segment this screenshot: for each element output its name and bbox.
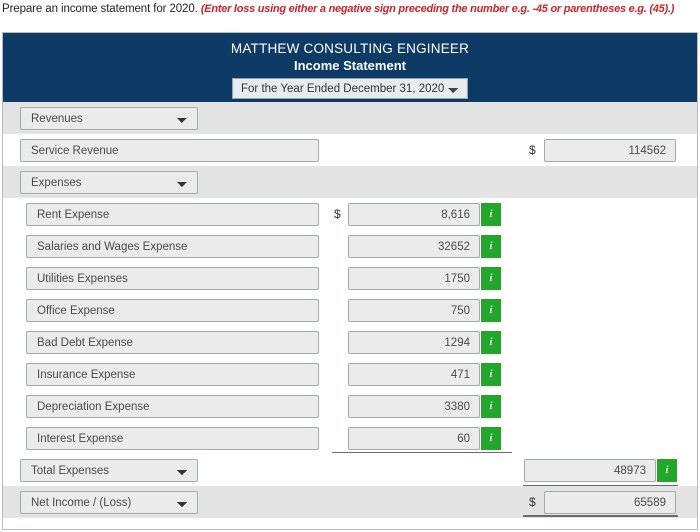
row-expense-item: i (3, 294, 697, 326)
service-revenue-value-input[interactable] (544, 139, 676, 162)
expense-rows-container: $iiiiiiii (3, 198, 697, 454)
income-statement-form: MATTHEW CONSULTING ENGINEER Income State… (2, 32, 698, 530)
expense-subtotal-rule (332, 452, 512, 453)
dollar-sign: $ (529, 143, 536, 157)
expense-value-input[interactable] (348, 299, 480, 322)
dollar-sign: $ (529, 495, 536, 509)
row-expenses-category: Expenses (3, 166, 697, 198)
row-expense-item: i (3, 230, 697, 262)
statement-title: Income Statement (294, 58, 406, 73)
statement-header: MATTHEW CONSULTING ENGINEER Income State… (3, 33, 697, 102)
expenses-category-select[interactable]: Expenses (20, 171, 198, 194)
info-icon[interactable]: i (481, 203, 501, 226)
expense-value-input[interactable] (348, 395, 480, 418)
instruction-hint: (Enter loss using either a negative sign… (200, 3, 675, 15)
expense-label-input[interactable] (26, 267, 319, 290)
info-icon[interactable]: i (481, 395, 501, 418)
info-icon[interactable]: i (481, 299, 501, 322)
total-expenses-value-input[interactable] (524, 459, 656, 482)
expense-value-input[interactable] (348, 267, 480, 290)
expense-label-input[interactable] (26, 395, 319, 418)
row-revenues-category: Revenues (3, 102, 697, 134)
expense-label-input[interactable] (26, 427, 319, 450)
period-select[interactable]: For the Year Ended December 31, 2020 (232, 78, 468, 99)
info-icon[interactable]: i (481, 267, 501, 290)
info-icon[interactable]: i (481, 235, 501, 258)
info-icon[interactable]: i (481, 363, 501, 386)
info-icon[interactable]: i (481, 331, 501, 354)
expense-value-input[interactable] (348, 235, 480, 258)
service-revenue-label-input[interactable] (20, 139, 319, 162)
expense-label-input[interactable] (26, 331, 319, 354)
row-expense-item: i (3, 390, 697, 422)
row-expense-item: i (3, 326, 697, 358)
expense-label-input[interactable] (26, 299, 319, 322)
expense-label-input[interactable] (26, 235, 319, 258)
instruction-text: Prepare an income statement for 2020. (E… (2, 3, 700, 15)
instruction-main: Prepare an income statement for 2020. (2, 3, 201, 15)
row-expense-item: $i (3, 198, 697, 230)
total-expenses-select[interactable]: Total Expenses (20, 459, 198, 482)
expense-label-input[interactable] (26, 363, 319, 386)
row-service-revenue: $ (3, 134, 697, 166)
expense-value-input[interactable] (348, 331, 480, 354)
expense-value-input[interactable] (348, 427, 480, 450)
net-income-rule (523, 515, 678, 517)
expense-value-input[interactable] (348, 203, 480, 226)
net-income-value-input[interactable] (544, 491, 676, 514)
row-expense-item: i (3, 262, 697, 294)
expense-label-input[interactable] (26, 203, 319, 226)
expense-value-input[interactable] (348, 363, 480, 386)
row-total-expenses: Total Expenses i (3, 454, 697, 486)
dollar-sign: $ (334, 207, 341, 221)
row-net-income: Net Income / (Loss) $ (3, 486, 697, 518)
net-income-select[interactable]: Net Income / (Loss) (20, 491, 198, 514)
row-expense-item: i (3, 358, 697, 390)
company-name: MATTHEW CONSULTING ENGINEER (230, 41, 470, 56)
income-statement-page: Prepare an income statement for 2020. (E… (0, 0, 700, 532)
info-icon[interactable]: i (657, 459, 677, 482)
revenues-category-select[interactable]: Revenues (20, 107, 198, 130)
row-expense-item: i (3, 422, 697, 454)
info-icon[interactable]: i (481, 427, 501, 450)
